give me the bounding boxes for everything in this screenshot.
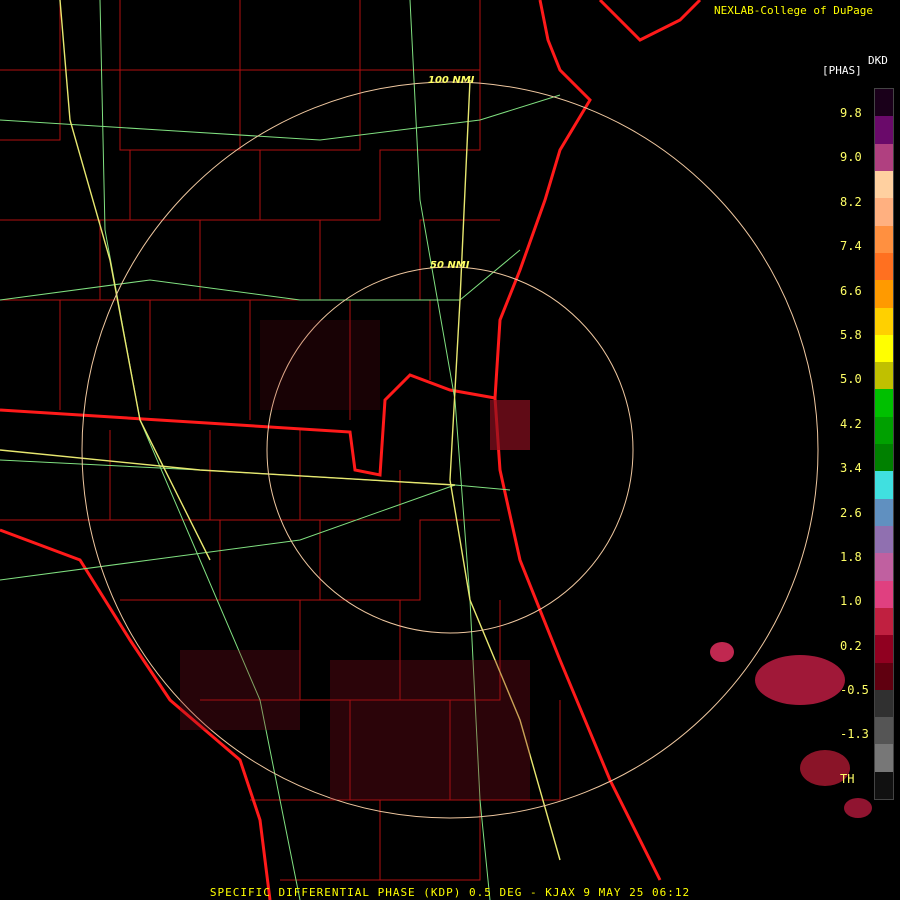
- color-scale-label: 0.2: [840, 639, 862, 653]
- color-scale-label: 3.4: [840, 461, 862, 475]
- color-scale-segment: [875, 553, 893, 581]
- color-scale-label: 7.4: [840, 239, 862, 253]
- credit-label: NEXLAB-College of DuPage: [714, 4, 873, 17]
- color-scale-segment: [875, 471, 893, 500]
- color-scale-segment: [875, 252, 893, 281]
- color-scale-label: 8.2: [840, 195, 862, 209]
- product-caption: SPECIFIC DIFFERENTIAL PHASE (KDP) 0.5 DE…: [209, 886, 691, 899]
- color-scale-segment: [875, 635, 893, 663]
- color-scale-label: 5.8: [840, 328, 862, 342]
- color-scale-segment: [875, 525, 893, 554]
- color-scale-label: 9.8: [840, 106, 862, 120]
- color-scale-label: 5.0: [840, 372, 862, 386]
- color-scale-segment: [875, 607, 893, 636]
- color-scale-segment: [875, 771, 893, 800]
- color-scale-segment: [875, 717, 893, 745]
- color-scale-segment: [875, 662, 893, 691]
- color-scale-segment: [875, 170, 893, 199]
- product-code: DKD: [868, 54, 888, 67]
- color-scale-segment: [875, 362, 893, 390]
- units-label: [PHAS]: [822, 64, 862, 77]
- color-scale-label: TH: [840, 772, 855, 786]
- ring-label-100: 100 NMI: [428, 75, 475, 86]
- color-scale-label: 9.0: [840, 150, 862, 164]
- color-scale-label: 1.8: [840, 550, 862, 564]
- color-scale-segment: [875, 580, 893, 609]
- color-scale-label: 4.2: [840, 417, 862, 431]
- color-scale-label: -1.3: [840, 727, 869, 741]
- color-scale-segment: [875, 334, 893, 363]
- color-scale-segment: [875, 116, 893, 145]
- color-scale-segment: [875, 444, 893, 472]
- color-scale-label: 2.6: [840, 506, 862, 520]
- color-scale-segment: [875, 389, 893, 418]
- color-scale-segment: [875, 307, 893, 336]
- color-scale-bar: [874, 88, 894, 800]
- color-scale-label: -0.5: [840, 683, 869, 697]
- radar-map: 50 NMI 100 NMI: [0, 0, 872, 900]
- color-scale-segment: [875, 416, 893, 445]
- color-scale-segment: [875, 198, 893, 226]
- color-scale-segment: [875, 744, 893, 773]
- radar-echoes: [180, 320, 530, 800]
- color-scale-segment: [875, 498, 893, 527]
- color-scale-label: 1.0: [840, 594, 862, 608]
- color-scale-segment: [875, 225, 893, 254]
- color-scale-label: 6.6: [840, 284, 862, 298]
- color-scale-segment: [875, 689, 893, 718]
- color-scale-segment: [875, 143, 893, 172]
- color-scale-segment: [875, 89, 893, 117]
- color-scale-segment: [875, 280, 893, 308]
- ring-label-50: 50 NMI: [430, 260, 470, 271]
